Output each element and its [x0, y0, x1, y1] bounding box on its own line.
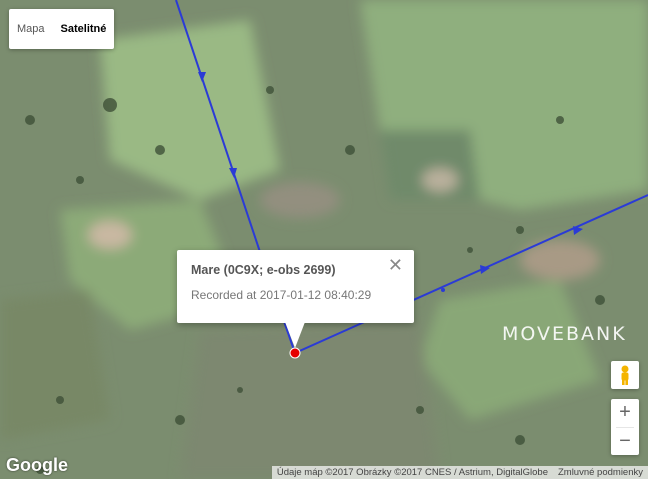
- direction-arrow-icon: [198, 72, 206, 82]
- terms-link[interactable]: Zmluvné podmienky: [552, 466, 648, 479]
- map-attribution: Údaje máp ©2017 Obrázky ©2017 CNES / Ast…: [271, 466, 648, 479]
- google-logo[interactable]: Google: [6, 455, 68, 476]
- close-icon[interactable]: ✕: [388, 256, 403, 274]
- map-type-map[interactable]: Mapa: [9, 9, 53, 49]
- location-marker[interactable]: [289, 347, 301, 359]
- movebank-watermark: MOVEBANK: [502, 323, 627, 345]
- info-window-title: Mare (0C9X; e-obs 2699): [191, 263, 336, 277]
- zoom-out-icon[interactable]: −: [611, 428, 639, 456]
- satellite-map[interactable]: Mapa Satelitné Mare (0C9X; e-obs 2699) R…: [0, 0, 648, 479]
- zoom-control: + −: [611, 399, 639, 455]
- track-overlay: [175, 0, 648, 359]
- pegman-icon[interactable]: [611, 361, 639, 389]
- info-window: Mare (0C9X; e-obs 2699) Recorded at 2017…: [177, 250, 414, 348]
- map-type-satellite[interactable]: Satelitné: [53, 9, 115, 49]
- info-window-tail: [285, 322, 305, 348]
- zoom-in-icon[interactable]: +: [611, 399, 639, 427]
- info-window-recorded-at: Recorded at 2017-01-12 08:40:29: [191, 288, 372, 302]
- map-data-credit: Údaje máp ©2017 Obrázky ©2017 CNES / Ast…: [271, 466, 553, 479]
- map-type-control: Mapa Satelitné: [9, 9, 115, 49]
- track-point: [441, 288, 445, 292]
